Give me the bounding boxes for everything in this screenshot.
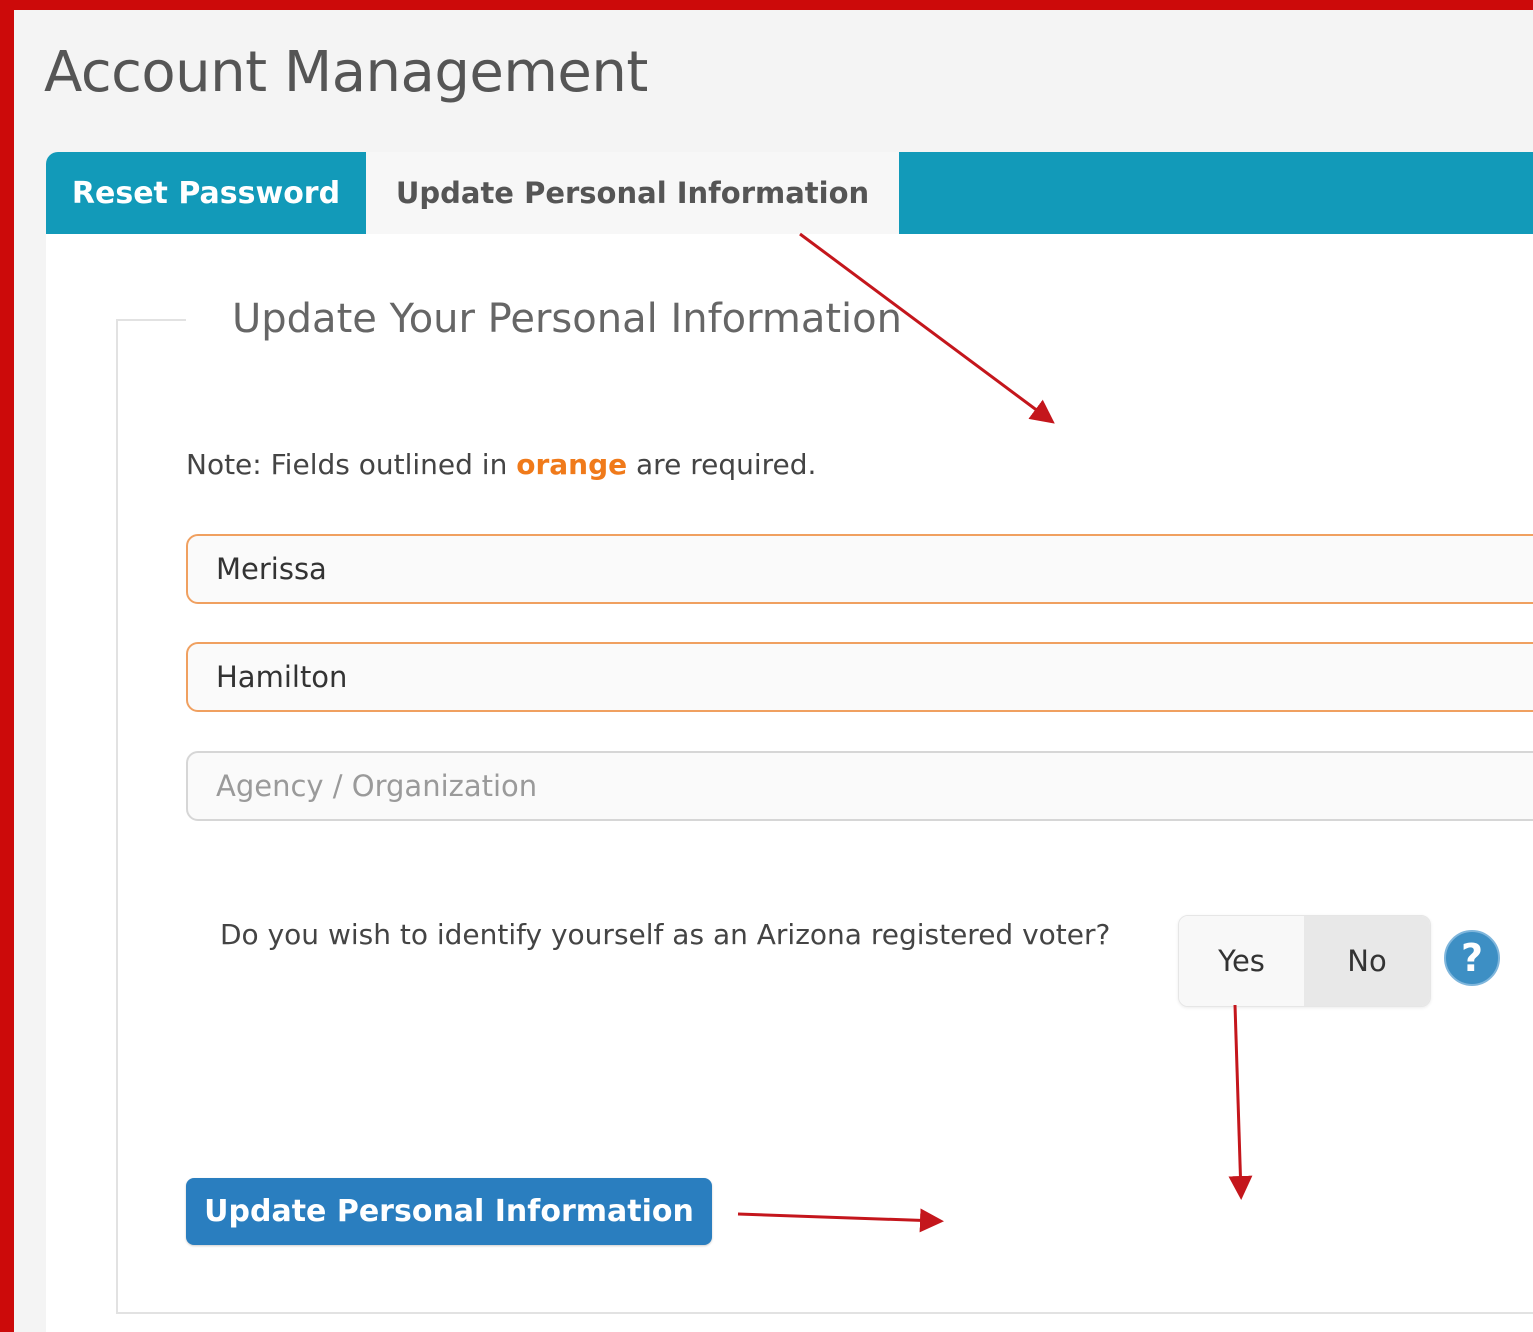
agency-organization-input[interactable] — [186, 751, 1533, 821]
update-personal-information-button[interactable]: Update Personal Information — [186, 1178, 712, 1245]
red-frame-left — [0, 0, 14, 1332]
question-mark-icon[interactable]: ? — [1444, 930, 1500, 986]
tab-bar: Reset Password Update Personal Informati… — [46, 152, 1533, 234]
note-prefix: Note: Fields outlined in — [186, 448, 517, 481]
tab-update-personal-information[interactable]: Update Personal Information — [366, 152, 899, 234]
page-title: Account Management — [44, 40, 648, 105]
tab-reset-password[interactable]: Reset Password — [46, 152, 366, 234]
red-frame-top — [0, 0, 1533, 10]
first-name-input[interactable] — [186, 534, 1533, 604]
note-suffix: are required. — [627, 448, 817, 481]
voter-question: Do you wish to identify yourself as an A… — [220, 918, 1111, 951]
note-orange-word: orange — [516, 448, 628, 481]
required-fields-note: Note: Fields outlined in orange are requ… — [186, 448, 816, 481]
last-name-input[interactable] — [186, 642, 1533, 712]
voter-no-button[interactable]: No — [1304, 916, 1430, 1006]
fieldset-border — [116, 319, 118, 1314]
fieldset-border — [116, 319, 186, 321]
fieldset-legend: Update Your Personal Information — [232, 296, 902, 342]
voter-toggle: Yes No — [1178, 915, 1431, 1007]
fieldset-border — [116, 1312, 1533, 1314]
voter-yes-button[interactable]: Yes — [1179, 916, 1304, 1006]
